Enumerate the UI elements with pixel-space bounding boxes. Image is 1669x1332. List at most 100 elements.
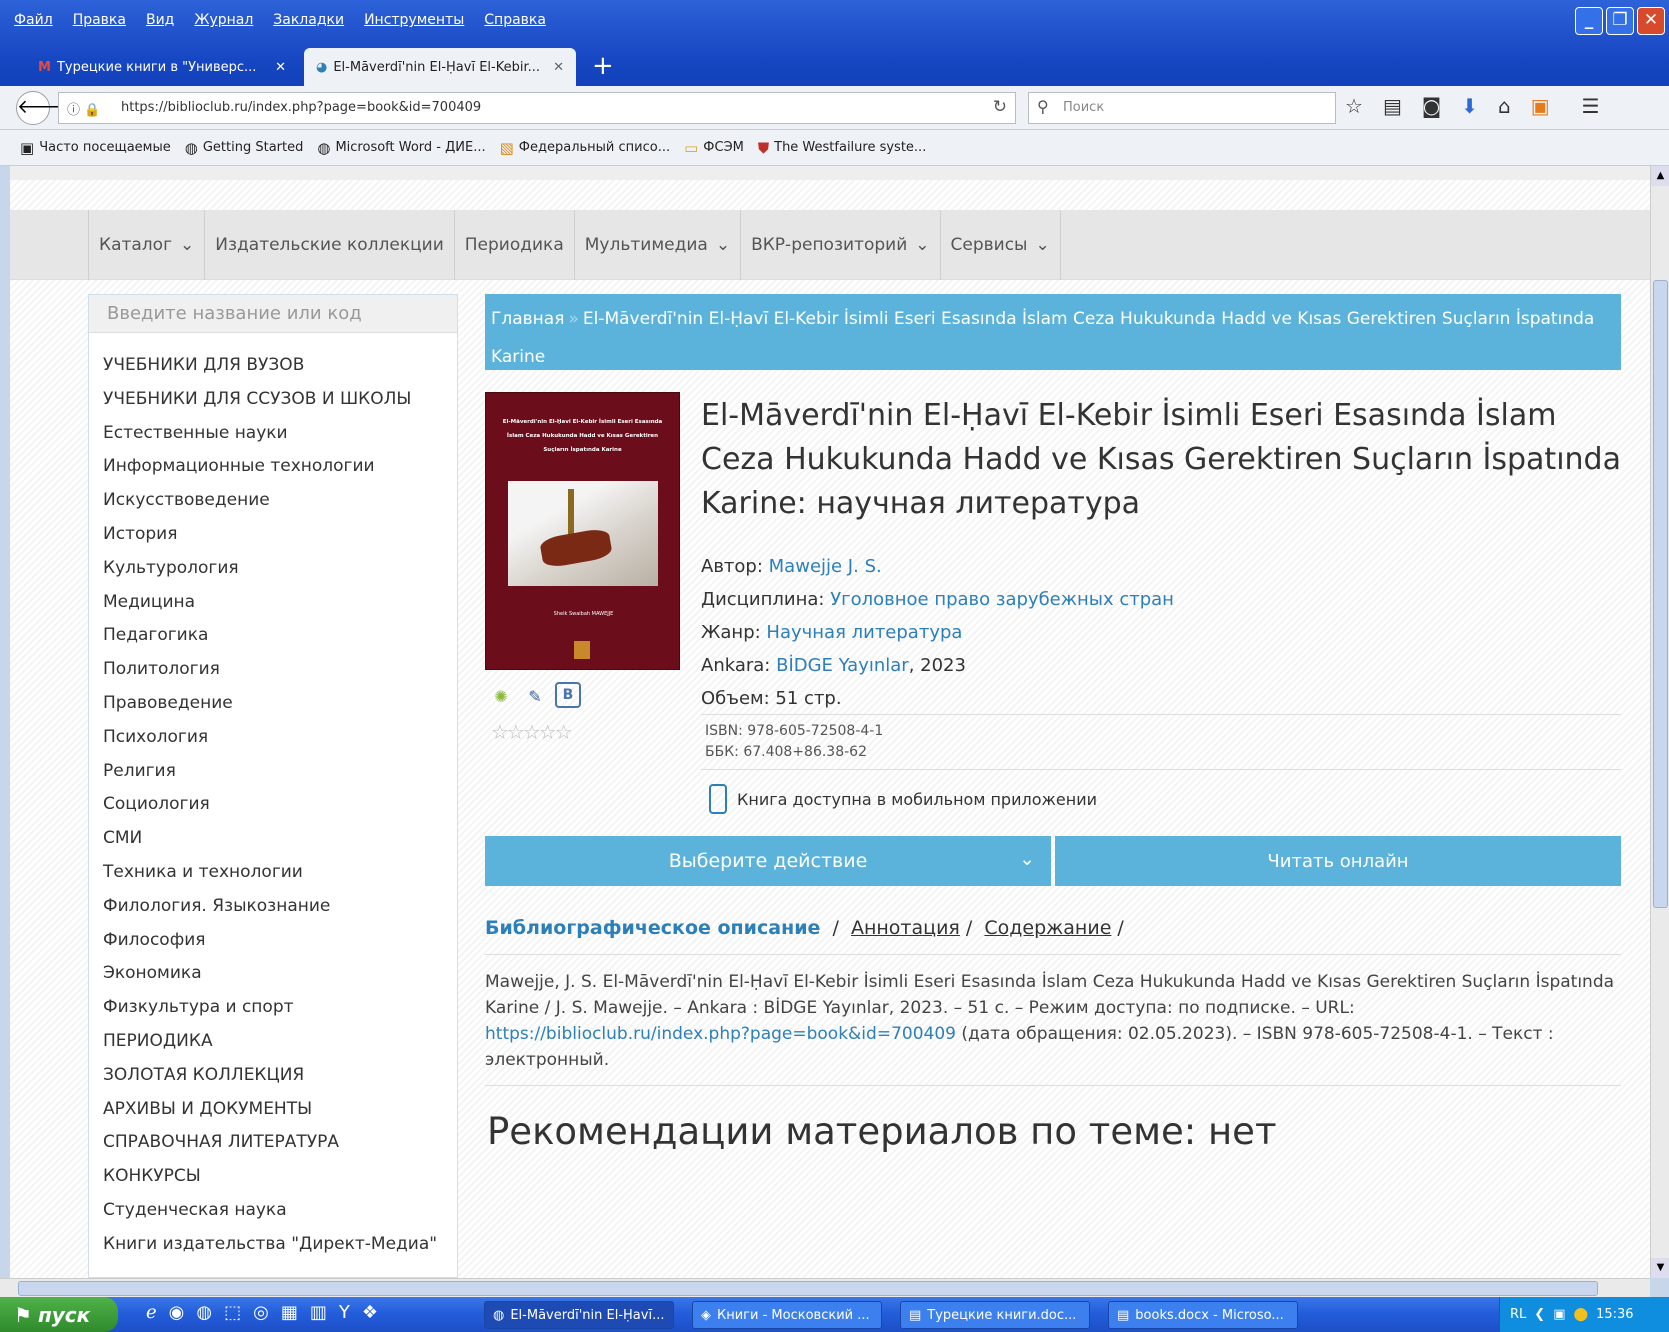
yandex-icon[interactable]: Y	[339, 1302, 350, 1323]
winrar-icon[interactable]: ❖	[362, 1302, 378, 1323]
nav-publisher-collections[interactable]: Издательские коллекции	[205, 210, 455, 280]
task-books-moscow[interactable]: ◈ Книги - Московский ...	[692, 1301, 882, 1329]
sidebar-category-item[interactable]: Политология	[103, 657, 457, 691]
sidebar-category-item[interactable]: КОНКУРСЫ	[103, 1164, 457, 1198]
menu-history[interactable]: Журнал	[194, 12, 253, 28]
tab-close-icon[interactable]: ✕	[553, 60, 564, 75]
sidebar-category-item[interactable]: Культурология	[103, 556, 457, 590]
bookmark-westfailure[interactable]: ⛊ The Westfailure syste...	[758, 139, 926, 157]
tab-bibliographic[interactable]: Библиографическое описание	[485, 917, 820, 939]
discipline-link[interactable]: Уголовное право зарубежных стран	[830, 589, 1174, 610]
tray-arrow-icon[interactable]: ❮	[1534, 1307, 1545, 1322]
network-icon[interactable]: ▣	[1553, 1307, 1565, 1322]
chrome-icon[interactable]: ◉	[169, 1302, 185, 1323]
sidebar-category-item[interactable]: Религия	[103, 759, 457, 793]
sidebar-category-item[interactable]: Искусствоведение	[103, 488, 457, 522]
author-link[interactable]: Mawejje J. S.	[769, 556, 882, 577]
reading-list-icon[interactable]: ▤	[1383, 94, 1402, 118]
horizontal-scrollbar[interactable]	[0, 1278, 1650, 1297]
sidebar-category-item[interactable]: Психология	[103, 725, 457, 759]
sidebar-category-item[interactable]: Техника и технологии	[103, 860, 457, 894]
sidebar-category-item[interactable]: Книги издательства "Директ-Медиа"	[103, 1232, 457, 1266]
sidebar-category-item[interactable]: Экономика	[103, 961, 457, 995]
task-books-docx[interactable]: ▤ books.docx - Microso...	[1108, 1301, 1298, 1329]
publisher-link[interactable]: BİDGE Yayınlar	[776, 655, 909, 676]
hamburger-menu-icon[interactable]: ☰	[1582, 94, 1600, 118]
sidebar-category-item[interactable]: Медицина	[103, 590, 457, 624]
bookmark-most-visited[interactable]: ▣ Часто посещаемые	[20, 139, 171, 157]
bookmark-getting-started[interactable]: ◍ Getting Started	[185, 139, 304, 157]
book-cover-image[interactable]: El-Māverdī'nin El-Ḥavī El-Kebir İsimli E…	[485, 392, 680, 670]
sidebar-category-item[interactable]: Естественные науки	[103, 421, 457, 455]
hscroll-thumb[interactable]	[18, 1281, 1598, 1296]
scroll-up-icon[interactable]: ▲	[1651, 166, 1669, 186]
sidebar-category-item[interactable]: Физкультура и спорт	[103, 995, 457, 1029]
task-firefox[interactable]: ◍ El-Māverdī'nin El-Ḥavī...	[484, 1301, 674, 1329]
sidebar-category-item[interactable]: Социология	[103, 792, 457, 826]
sidebar-category-item[interactable]: СМИ	[103, 826, 457, 860]
language-indicator[interactable]: RL	[1510, 1307, 1526, 1322]
breadcrumb-home-link[interactable]: Главная	[491, 309, 564, 329]
search-field[interactable]: ⚲ Поиск	[1028, 92, 1336, 124]
sidebar-category-item[interactable]: Студенческая наука	[103, 1198, 457, 1232]
nav-multimedia[interactable]: Мультимедиа ⌄	[575, 210, 742, 280]
sidebar-category-item[interactable]: ПЕРИОДИКА	[103, 1029, 457, 1063]
minimize-button[interactable]: _	[1575, 7, 1603, 35]
sidebar-category-item[interactable]: СПРАВОЧНАЯ ЛИТЕРАТУРА	[103, 1130, 457, 1164]
genre-link[interactable]: Научная литература	[766, 622, 962, 643]
menu-view[interactable]: Вид	[146, 12, 174, 28]
home-icon[interactable]: ⌂	[1498, 94, 1511, 118]
rating-stars[interactable]: ☆☆☆☆☆	[491, 720, 573, 744]
addon-icon[interactable]: ▣	[1531, 94, 1550, 118]
menu-tools[interactable]: Инструменты	[364, 12, 464, 28]
tab-close-icon[interactable]: ✕	[275, 60, 286, 75]
book-icon[interactable]: ▥	[310, 1302, 327, 1323]
menu-help[interactable]: Справка	[484, 12, 546, 28]
restore-button[interactable]: ❐	[1606, 7, 1634, 35]
tab-turkish-books[interactable]: M Турецкие книги в "Универс... ✕	[26, 48, 298, 86]
sidebar-category-item[interactable]: Информационные технологии	[103, 454, 457, 488]
read-online-button[interactable]: Читать онлайн	[1055, 836, 1621, 886]
sidebar-category-item[interactable]: История	[103, 522, 457, 556]
menu-file[interactable]: Файл	[14, 12, 53, 28]
bookmark-fsem[interactable]: ▭ ФСЭМ	[684, 139, 744, 157]
bookmark-federal-list[interactable]: ▧ Федеральный списо...	[500, 139, 671, 157]
sidebar-category-item[interactable]: Философия	[103, 928, 457, 962]
nav-periodicals[interactable]: Периодика	[455, 210, 575, 280]
nav-services[interactable]: Сервисы ⌄	[941, 210, 1061, 280]
back-arrow-icon[interactable]: 🡐	[16, 91, 68, 125]
sidebar-category-item[interactable]: УЧЕБНИКИ ДЛЯ ВУЗОВ	[103, 353, 457, 387]
sidebar-category-item[interactable]: УЧЕБНИКИ ДЛЯ ССУЗОВ И ШКОЛЫ	[103, 387, 457, 421]
nav-catalog[interactable]: Каталог ⌄	[88, 210, 206, 280]
close-window-button[interactable]: ✕	[1637, 7, 1665, 35]
menu-bookmarks[interactable]: Закладки	[273, 12, 344, 28]
scroll-thumb[interactable]	[1653, 280, 1668, 908]
sidebar-category-item[interactable]: Правоведение	[103, 691, 457, 725]
acrobat-icon[interactable]: ⬚	[224, 1302, 241, 1323]
vk-icon[interactable]: B	[555, 682, 581, 708]
tab-annotation[interactable]: Аннотация	[851, 917, 960, 939]
ie-icon[interactable]: ℯ	[146, 1302, 157, 1323]
firefox-icon[interactable]: ◍	[196, 1302, 212, 1323]
sidebar-category-item[interactable]: АРХИВЫ И ДОКУМЕНТЫ	[103, 1097, 457, 1131]
catalog-search-input[interactable]: Введите название или код	[89, 295, 457, 333]
bookmark-star-icon[interactable]: ☆	[1345, 94, 1363, 118]
scroll-down-icon[interactable]: ▼	[1651, 1258, 1669, 1278]
start-button[interactable]: ⚑ пуск	[0, 1297, 118, 1332]
task-turkish-doc[interactable]: ▤ Турецкие книги.doc...	[900, 1301, 1090, 1329]
tab-contents[interactable]: Содержание	[984, 917, 1111, 939]
sidebar-category-item[interactable]: Филология. Языкознание	[103, 894, 457, 928]
opera-icon[interactable]: ◎	[253, 1302, 269, 1323]
description-url-link[interactable]: https://biblioclub.ru/index.php?page=boo…	[485, 1024, 956, 1044]
sidebar-category-item[interactable]: Педагогика	[103, 623, 457, 657]
choose-action-dropdown[interactable]: Выберите действие ⌄	[485, 836, 1051, 886]
nav-vkr-repository[interactable]: ВКР-репозиторий ⌄	[741, 210, 941, 280]
bookmark-msword[interactable]: ◍ Microsoft Word - ДИЕ...	[317, 139, 485, 157]
vertical-scrollbar[interactable]: ▲ ▼	[1650, 166, 1669, 1278]
downloads-icon[interactable]: ⬇	[1461, 94, 1478, 118]
tab-book-page[interactable]: ◕ El-Māverdī'nin El-Ḥavī El-Kebir... ✕	[304, 48, 576, 86]
address-bar[interactable]: ⓘ 🔒 https://biblioclub.ru/index.php?page…	[58, 92, 1016, 124]
reload-icon[interactable]: ↻	[993, 97, 1007, 117]
menu-edit[interactable]: Правка	[73, 12, 126, 28]
paperclip-icon[interactable]: ✎	[521, 682, 549, 710]
